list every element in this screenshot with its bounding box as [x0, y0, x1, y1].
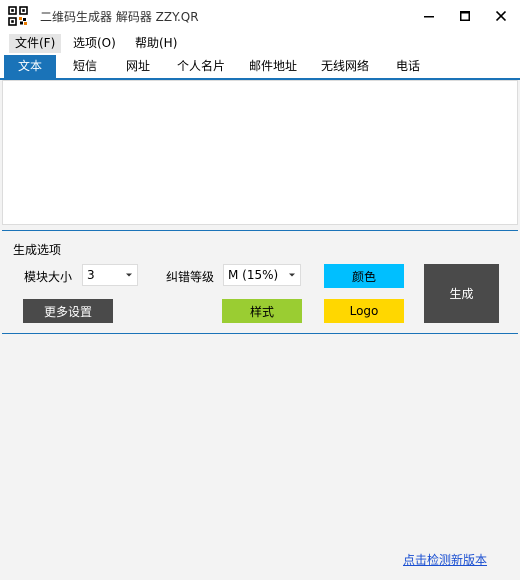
options-top-divider [2, 230, 518, 231]
tab-email[interactable]: 邮件地址 [240, 55, 306, 78]
module-size-value: 3 [87, 268, 95, 282]
tab-vcard[interactable]: 个人名片 [168, 55, 234, 78]
chevron-down-icon [289, 273, 295, 277]
menu-bar: 文件(F) 选项(O) 帮助(H) [0, 31, 520, 55]
tab-sms[interactable]: 短信 [60, 55, 110, 78]
chevron-down-icon [126, 273, 132, 277]
window-title: 二维码生成器 解码器 ZZY.QR [40, 10, 199, 24]
close-icon [496, 10, 506, 21]
options-bottom-divider [2, 333, 518, 334]
more-settings-button[interactable]: 更多设置 [23, 299, 113, 323]
minimize-icon [424, 15, 434, 17]
menu-help[interactable]: 帮助(H) [129, 34, 183, 53]
maximize-icon [460, 10, 470, 21]
menu-options[interactable]: 选项(O) [67, 34, 122, 53]
qr-app-icon [8, 6, 28, 26]
tab-phone[interactable]: 电话 [384, 55, 432, 78]
module-size-select[interactable]: 3 [82, 264, 138, 286]
module-size-label: 模块大小 [24, 270, 73, 284]
content-text-input[interactable] [2, 80, 518, 225]
app-window: 二维码生成器 解码器 ZZY.QR 文件(F) 选项(O) 帮助(H) 文本 短… [0, 0, 520, 580]
error-correction-label: 纠错等级 [166, 270, 215, 284]
close-button[interactable] [484, 0, 518, 31]
generate-button[interactable]: 生成 [424, 264, 499, 323]
minimize-button[interactable] [412, 0, 446, 31]
maximize-button[interactable] [448, 0, 482, 31]
logo-button[interactable]: Logo [324, 299, 404, 323]
menu-file[interactable]: 文件(F) [9, 34, 62, 53]
tab-bar: 文本 短信 网址 个人名片 邮件地址 无线网络 电话 [0, 55, 520, 80]
tab-wifi[interactable]: 无线网络 [312, 55, 378, 78]
check-update-link[interactable]: 点击检测新版本 [403, 551, 487, 568]
color-button[interactable]: 颜色 [324, 264, 404, 288]
error-correction-value: M (15%) [228, 268, 279, 282]
tab-text[interactable]: 文本 [4, 55, 56, 78]
error-correction-select[interactable]: M (15%) [223, 264, 301, 286]
tab-url[interactable]: 网址 [114, 55, 162, 78]
style-button[interactable]: 样式 [222, 299, 302, 323]
options-section-title: 生成选项 [13, 243, 62, 257]
title-bar: 二维码生成器 解码器 ZZY.QR [0, 0, 520, 31]
